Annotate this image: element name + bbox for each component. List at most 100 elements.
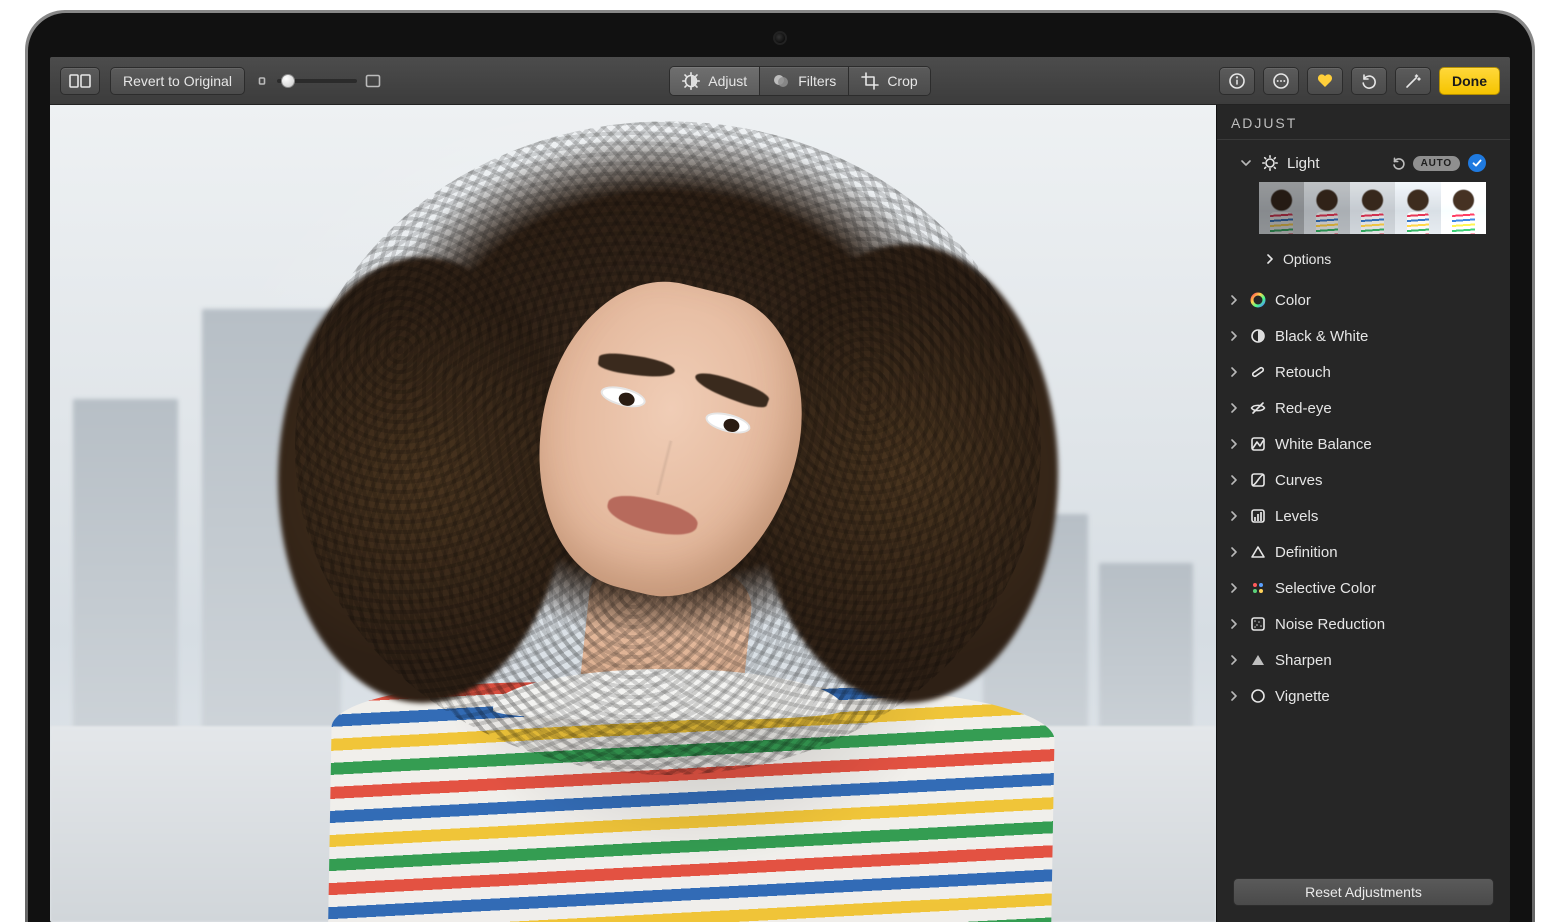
heart-icon: [1316, 72, 1334, 90]
light-thumb[interactable]: [1350, 182, 1395, 234]
laptop-frame: Revert to Original: [0, 0, 1560, 922]
done-button[interactable]: Done: [1439, 67, 1500, 95]
light-thumb[interactable]: [1441, 182, 1486, 234]
selective-color-icon: [1249, 580, 1267, 596]
row-light-options[interactable]: Options: [1229, 244, 1498, 274]
row-sharpen[interactable]: Sharpen: [1217, 642, 1510, 678]
rotate-button[interactable]: [1351, 67, 1387, 95]
row-selectivecolor-label: Selective Color: [1275, 580, 1376, 597]
rotate-icon: [1360, 72, 1378, 90]
chevron-down-icon: [1241, 158, 1253, 168]
adjust-tab[interactable]: Adjust: [670, 67, 760, 95]
enabled-check[interactable]: [1468, 154, 1486, 172]
reset-adjustments-button[interactable]: Reset Adjustments: [1233, 878, 1494, 906]
chevron-right-icon: [1229, 511, 1241, 521]
chevron-right-icon: [1229, 331, 1241, 341]
chevron-right-icon: [1229, 583, 1241, 593]
redeye-icon: [1249, 400, 1267, 416]
filters-tab[interactable]: Filters: [760, 67, 849, 95]
row-vignette-label: Vignette: [1275, 688, 1330, 705]
light-thumbnails[interactable]: [1229, 176, 1498, 244]
row-noise-label: Noise Reduction: [1275, 616, 1385, 633]
row-definition-label: Definition: [1275, 544, 1338, 561]
crop-label: Crop: [887, 73, 917, 89]
compare-toggle-button[interactable]: [60, 67, 100, 95]
row-redeye-label: Red-eye: [1275, 400, 1332, 417]
crop-tab[interactable]: Crop: [849, 67, 929, 95]
chevron-right-icon: [1265, 254, 1275, 264]
row-selectivecolor[interactable]: Selective Color: [1217, 570, 1510, 606]
camera-dot: [775, 33, 785, 43]
content: ADJUST Light AUTO: [50, 105, 1510, 922]
row-color[interactable]: Color: [1217, 282, 1510, 318]
row-whitebalance[interactable]: White Balance: [1217, 426, 1510, 462]
bw-icon: [1249, 328, 1267, 344]
chevron-right-icon: [1229, 367, 1241, 377]
chevron-right-icon: [1229, 691, 1241, 701]
chevron-right-icon: [1229, 475, 1241, 485]
row-bw[interactable]: Black & White: [1217, 318, 1510, 354]
light-thumb[interactable]: [1304, 182, 1349, 234]
noise-icon: [1249, 616, 1267, 632]
row-light[interactable]: Light AUTO: [1229, 150, 1498, 176]
row-retouch-label: Retouch: [1275, 364, 1331, 381]
more-icon: [1272, 72, 1290, 90]
edit-mode-segmented: Adjust Filters: [669, 66, 930, 96]
filters-icon: [772, 72, 790, 90]
light-thumb[interactable]: [1259, 182, 1304, 234]
laptop-bezel: Revert to Original: [25, 10, 1535, 922]
curves-icon: [1249, 472, 1267, 488]
light-icon: [1261, 155, 1279, 171]
row-color-label: Color: [1275, 292, 1311, 309]
zoom-out-icon: [255, 75, 269, 87]
row-retouch[interactable]: Retouch: [1217, 354, 1510, 390]
row-levels[interactable]: Levels: [1217, 498, 1510, 534]
bandage-icon: [1249, 364, 1267, 380]
row-curves[interactable]: Curves: [1217, 462, 1510, 498]
chevron-right-icon: [1229, 547, 1241, 557]
definition-icon: [1249, 544, 1267, 560]
chevron-right-icon: [1229, 655, 1241, 665]
chevron-right-icon: [1229, 439, 1241, 449]
done-label: Done: [1452, 73, 1487, 89]
auto-enhance-button[interactable]: [1395, 67, 1431, 95]
sharpen-icon: [1249, 652, 1267, 668]
app-window: Revert to Original: [50, 57, 1510, 922]
zoom-slider[interactable]: [255, 74, 381, 88]
row-definition[interactable]: Definition: [1217, 534, 1510, 570]
zoom-thumb[interactable]: [281, 74, 295, 88]
sidebar-title: ADJUST: [1217, 105, 1510, 140]
photo-preview: [50, 105, 1216, 922]
reset-label: Reset Adjustments: [1305, 884, 1422, 900]
photo-canvas[interactable]: [50, 105, 1216, 922]
row-bw-label: Black & White: [1275, 328, 1368, 345]
sidebar-scroll[interactable]: Light AUTO: [1217, 140, 1510, 868]
adjust-label: Adjust: [708, 73, 747, 89]
revert-label: Revert to Original: [123, 73, 232, 89]
filters-label: Filters: [798, 73, 836, 89]
info-icon: [1228, 72, 1246, 90]
chevron-right-icon: [1229, 619, 1241, 629]
favorite-button[interactable]: [1307, 67, 1343, 95]
section-light: Light AUTO: [1217, 140, 1510, 282]
row-noise[interactable]: Noise Reduction: [1217, 606, 1510, 642]
toolbar: Revert to Original: [50, 57, 1510, 105]
adjust-icon: [682, 72, 700, 90]
whitebalance-icon: [1249, 436, 1267, 452]
row-redeye[interactable]: Red-eye: [1217, 390, 1510, 426]
light-label: Light: [1287, 155, 1320, 172]
revert-button[interactable]: Revert to Original: [110, 67, 245, 95]
row-whitebalance-label: White Balance: [1275, 436, 1372, 453]
row-sharpen-label: Sharpen: [1275, 652, 1332, 669]
chevron-right-icon: [1229, 295, 1241, 305]
light-thumb[interactable]: [1395, 182, 1440, 234]
info-button[interactable]: [1219, 67, 1255, 95]
auto-pill[interactable]: AUTO: [1413, 156, 1460, 171]
zoom-track[interactable]: [277, 79, 357, 83]
row-vignette[interactable]: Vignette: [1217, 678, 1510, 714]
undo-icon[interactable]: [1391, 156, 1405, 170]
more-button[interactable]: [1263, 67, 1299, 95]
adjust-sidebar: ADJUST Light AUTO: [1216, 105, 1510, 922]
vignette-icon: [1249, 688, 1267, 704]
light-options-label: Options: [1283, 251, 1331, 267]
